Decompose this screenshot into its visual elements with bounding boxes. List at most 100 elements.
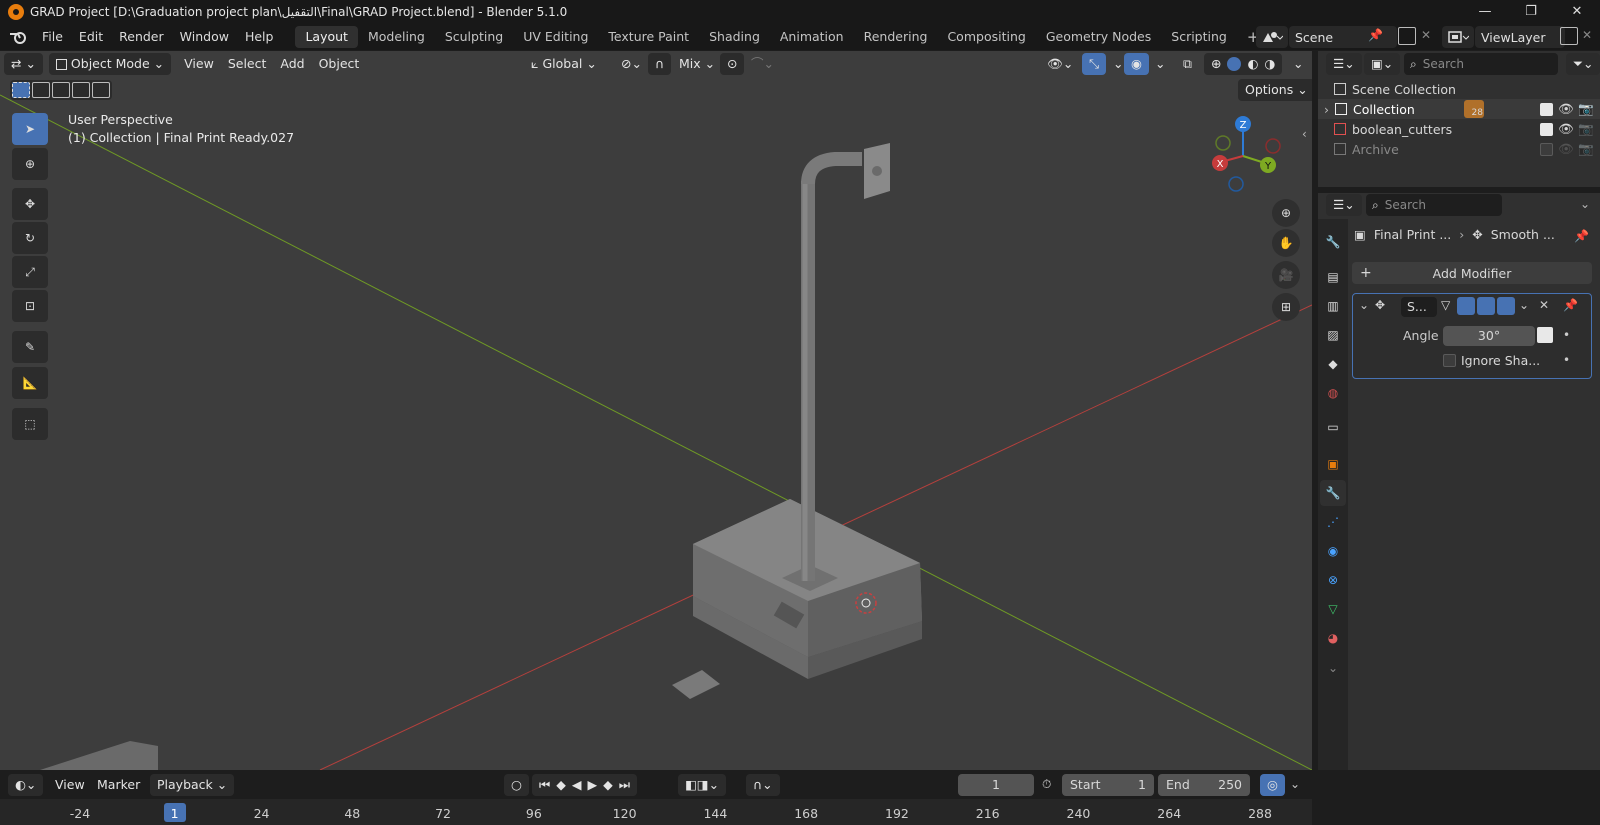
tool-annotate[interactable]: ✎: [12, 331, 48, 363]
viewport-menu-select[interactable]: Select: [221, 53, 274, 75]
modifier-pin-icon[interactable]: 📌: [1563, 298, 1578, 312]
menu-file[interactable]: File: [34, 24, 71, 50]
snap-target-dropdown[interactable]: Mix ⌄: [672, 53, 722, 75]
timeline-overlay-toggle[interactable]: ◎: [1260, 774, 1285, 796]
workspace-tab-texture-paint[interactable]: Texture Paint: [598, 26, 699, 48]
pin-icon[interactable]: 📌: [1574, 229, 1589, 243]
timeline-overlay-dropdown[interactable]: ⌄: [1290, 777, 1300, 791]
render-toggle-icon[interactable]: [1497, 297, 1515, 315]
tool-add-cube[interactable]: ⬚: [12, 408, 48, 440]
modifier-dropdown-icon[interactable]: ⌄: [1519, 298, 1529, 312]
select-extend-icon[interactable]: [32, 82, 50, 98]
visibility-eye-icon[interactable]: 👁: [1558, 141, 1574, 157]
tool-move[interactable]: ✥: [12, 188, 48, 220]
close-button[interactable]: ✕: [1554, 0, 1600, 24]
gizmo-toggle[interactable]: ⤡: [1082, 53, 1107, 75]
pin-scene-icon[interactable]: 📌: [1368, 28, 1383, 42]
tool-measure[interactable]: 📐: [12, 367, 48, 399]
angle-field[interactable]: 30°: [1443, 326, 1535, 346]
outliner-filter[interactable]: ⏷⌄: [1566, 53, 1600, 75]
workspace-tab-layout[interactable]: Layout: [295, 26, 358, 48]
overlays-toggle[interactable]: ◉: [1124, 53, 1149, 75]
select-new-icon[interactable]: [12, 82, 30, 98]
start-frame-field[interactable]: Start 1: [1062, 774, 1154, 796]
workspace-tab-rendering[interactable]: Rendering: [854, 26, 938, 48]
xray-toggle-icon[interactable]: ⧉: [1176, 53, 1199, 75]
editor-type-button[interactable]: ⇄ ⌄: [4, 53, 43, 75]
pan-hand-icon[interactable]: ✋: [1272, 229, 1300, 257]
select-invert-icon[interactable]: [72, 82, 90, 98]
tab-collection-icon[interactable]: ▭: [1320, 414, 1346, 440]
menu-help[interactable]: Help: [237, 24, 282, 50]
play-icon[interactable]: ▶: [588, 774, 598, 796]
keyframe-dot-icon[interactable]: •: [1563, 328, 1570, 342]
render-camera-icon[interactable]: 📷: [1578, 141, 1594, 157]
wireframe-shading-icon[interactable]: ⊕: [1211, 53, 1221, 75]
view-layer-field[interactable]: ViewLayer: [1475, 26, 1565, 48]
shading-options-dropdown[interactable]: ⌄: [1286, 53, 1310, 75]
exclude-checkbox[interactable]: [1540, 102, 1553, 116]
workspace-tab-animation[interactable]: Animation: [770, 26, 854, 48]
overlays-dropdown[interactable]: ⌄: [1148, 53, 1172, 75]
properties-options-chevron[interactable]: ⌄: [1580, 197, 1590, 211]
tab-modifiers-icon[interactable]: 🔧: [1320, 480, 1346, 506]
timeline-menu-marker[interactable]: Marker: [90, 774, 147, 796]
tool-rotate[interactable]: ↻: [12, 222, 48, 254]
tab-constraints-icon[interactable]: ⊗: [1320, 567, 1346, 593]
tool-cursor[interactable]: ⊕: [12, 148, 48, 180]
stopwatch-icon[interactable]: ⏱: [1042, 777, 1051, 792]
workspace-tab-uv-editing[interactable]: UV Editing: [513, 26, 598, 48]
timeline-menu-view[interactable]: View: [48, 774, 92, 796]
viewport-menu-object[interactable]: Object: [312, 53, 367, 75]
viewport-menu-view[interactable]: View: [177, 53, 221, 75]
mesh-count-badge[interactable]: 28: [1464, 100, 1484, 118]
transform-orientation-dropdown[interactable]: ⟀ Global ⌄: [524, 53, 604, 75]
rendered-shading-icon[interactable]: ◑: [1264, 53, 1275, 75]
timeline-menu-playback[interactable]: Playback ⌄: [150, 774, 235, 796]
options-dropdown[interactable]: Options ⌄: [1238, 79, 1312, 101]
outliner-editor-type[interactable]: ☰⌄: [1326, 53, 1362, 75]
remove-modifier-icon[interactable]: ✕: [1539, 298, 1549, 312]
menu-edit[interactable]: Edit: [71, 24, 111, 50]
zoom-icon[interactable]: ⊕: [1272, 199, 1300, 227]
add-modifier-button[interactable]: + Add Modifier: [1352, 262, 1592, 284]
workspace-tab-compositing[interactable]: Compositing: [937, 26, 1035, 48]
end-frame-field[interactable]: End 250: [1158, 774, 1250, 796]
properties-editor-type[interactable]: ☰⌄: [1326, 194, 1362, 216]
keying-set-icon[interactable]: ∩⌄: [746, 774, 780, 796]
modifier-name-field[interactable]: S...: [1401, 297, 1437, 317]
select-intersect-icon[interactable]: [92, 82, 110, 98]
on-cage-icon[interactable]: ▽: [1441, 298, 1450, 312]
tab-view-layer-icon[interactable]: ▨: [1320, 322, 1346, 348]
visibility-eye-icon[interactable]: 👁: [1558, 121, 1574, 137]
minimize-button[interactable]: —: [1462, 0, 1508, 24]
menu-window[interactable]: Window: [172, 24, 237, 50]
tool-select-box[interactable]: ➤: [12, 113, 48, 145]
proportional-falloff-icon[interactable]: ⌒⌄: [744, 53, 781, 75]
navigation-gizmo[interactable]: Z Y X: [1200, 111, 1286, 197]
visibility-eye-icon[interactable]: 👁: [1558, 101, 1574, 117]
expand-chevron-icon[interactable]: ›: [1324, 102, 1329, 117]
proportional-editing-toggle[interactable]: ⊙: [720, 53, 745, 75]
exclude-checkbox[interactable]: [1540, 122, 1553, 136]
keyframe-nav-icon[interactable]: ◧◨⌄: [678, 774, 727, 796]
workspace-tab-modeling[interactable]: Modeling: [358, 26, 435, 48]
edit-mode-toggle-icon[interactable]: [1457, 297, 1475, 315]
new-scene-icon[interactable]: [1398, 27, 1416, 45]
workspace-tab-shading[interactable]: Shading: [699, 26, 770, 48]
current-frame-field[interactable]: 1: [958, 774, 1034, 796]
visibility-dropdown[interactable]: 👁⌄: [1040, 53, 1080, 75]
ignore-sharp-checkbox[interactable]: [1443, 354, 1456, 367]
outliner-row-boolean-cutters[interactable]: boolean_cutters 👁 📷: [1318, 119, 1600, 139]
properties-search-field[interactable]: ⌕ Search: [1366, 194, 1502, 216]
viewport-display-toggle-icon[interactable]: [1477, 297, 1495, 315]
jump-start-icon[interactable]: ⏮: [539, 774, 550, 796]
camera-view-icon[interactable]: 🎥: [1272, 261, 1300, 289]
next-keyframe-icon[interactable]: ◆: [603, 774, 613, 796]
solid-shading-icon[interactable]: [1227, 57, 1242, 71]
3d-viewport[interactable]: ⇄ ⌄ Object Mode ⌄ View Select Add Object…: [0, 51, 1312, 770]
jump-end-icon[interactable]: ⏭: [619, 774, 630, 796]
render-camera-icon[interactable]: 📷: [1578, 121, 1594, 137]
restore-button[interactable]: ❐: [1508, 0, 1554, 24]
outliner-display-mode[interactable]: ▣⌄: [1364, 53, 1401, 75]
